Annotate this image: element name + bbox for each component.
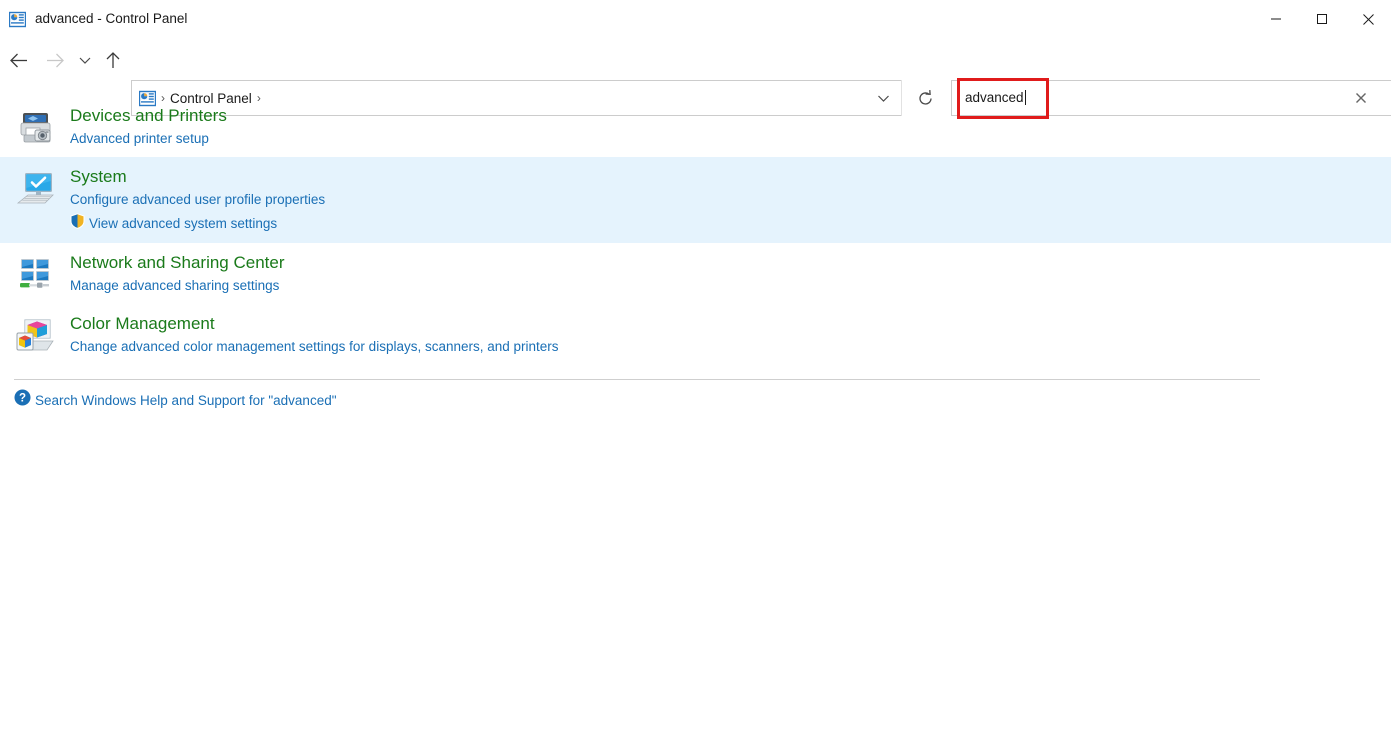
back-button[interactable] (4, 38, 34, 82)
forward-button (40, 38, 70, 82)
title-bar: advanced - Control Panel (0, 0, 1391, 38)
maximize-button[interactable] (1299, 0, 1345, 38)
system-icon (12, 166, 60, 206)
result-link-elevated[interactable]: View advanced system settings (70, 213, 1391, 235)
result-title-row: Devices and Printers (70, 105, 1391, 127)
result-body: Devices and Printers Advanced printer se… (70, 105, 1391, 149)
help-search-label: Search Windows Help and Support for "adv… (35, 392, 337, 408)
result-title[interactable]: Network and Sharing Center (70, 252, 285, 274)
minimize-button[interactable] (1253, 0, 1299, 38)
color-management-icon (12, 313, 60, 353)
result-title[interactable]: System (70, 166, 127, 188)
result-title[interactable]: Color Management (70, 313, 215, 335)
result-body: System Configure advanced user profile p… (70, 166, 1391, 235)
close-button[interactable] (1345, 0, 1391, 38)
result-item-network-and-sharing-center[interactable]: Network and Sharing Center Manage advanc… (0, 243, 1391, 304)
result-link[interactable]: Manage advanced sharing settings (70, 276, 1391, 296)
devices-and-printers-icon (12, 105, 60, 145)
help-search-link[interactable]: ? Search Windows Help and Support for "a… (14, 389, 337, 411)
control-panel-icon (8, 11, 27, 28)
result-title-row: Color Management (70, 313, 1391, 335)
search-results-list: Devices and Printers Advanced printer se… (0, 96, 1391, 365)
result-title[interactable]: Devices and Printers (70, 105, 227, 127)
result-link-label: View advanced system settings (89, 216, 278, 231)
window-controls (1253, 0, 1391, 38)
help-question-icon: ? (14, 389, 31, 411)
result-title-row: System (70, 166, 1391, 188)
window-title: advanced - Control Panel (35, 11, 188, 26)
uac-shield-icon (70, 213, 85, 235)
result-item-devices-and-printers[interactable]: Devices and Printers Advanced printer se… (0, 96, 1391, 157)
result-item-color-management[interactable]: Color Management Change advanced color m… (0, 304, 1391, 365)
result-body: Network and Sharing Center Manage advanc… (70, 252, 1391, 296)
result-link[interactable]: Configure advanced user profile properti… (70, 190, 1391, 210)
footer-separator (14, 379, 1260, 380)
network-and-sharing-icon (12, 252, 60, 292)
result-link[interactable]: Change advanced color management setting… (70, 337, 1391, 357)
navigation-toolbar: › Control Panel › advanced (0, 38, 1391, 119)
result-body: Color Management Change advanced color m… (70, 313, 1391, 357)
svg-text:?: ? (19, 393, 26, 405)
result-title-row: Network and Sharing Center (70, 252, 1391, 274)
result-item-system[interactable]: System Configure advanced user profile p… (0, 157, 1391, 243)
recent-locations-button[interactable] (74, 38, 96, 82)
result-link[interactable]: Advanced printer setup (70, 129, 1391, 149)
up-button[interactable] (98, 38, 128, 82)
